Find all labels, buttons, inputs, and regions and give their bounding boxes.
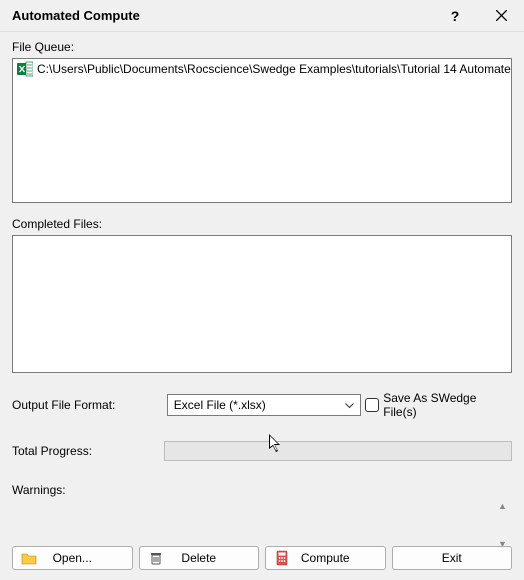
compute-label: Compute [301,551,350,565]
titlebar: Automated Compute ? [0,0,524,32]
delete-button[interactable]: Delete [139,546,260,570]
delete-label: Delete [181,551,216,565]
chevron-down-icon [345,398,354,412]
output-format-label: Output File Format: [12,398,163,412]
scroll-indicator[interactable]: ▲ ▼ [498,501,510,549]
file-queue-list[interactable]: C:\Users\Public\Documents\Rocscience\Swe… [12,58,512,203]
folder-icon [21,550,37,566]
window-title: Automated Compute [12,8,432,23]
trash-icon [148,550,164,566]
progress-bar [164,441,512,461]
compute-button[interactable]: Compute [265,546,386,570]
output-format-select[interactable]: Excel File (*.xlsx) [167,394,362,416]
completed-files-label: Completed Files: [12,217,512,231]
close-icon [496,10,507,21]
exit-button[interactable]: Exit [392,546,513,570]
checkbox-icon [365,398,379,412]
excel-icon [17,61,33,77]
total-progress-label: Total Progress: [12,444,164,458]
save-as-swedge-checkbox[interactable]: Save As SWedge File(s) [365,391,512,419]
completed-files-list[interactable] [12,235,512,373]
calculator-icon [274,550,290,566]
close-button[interactable] [478,0,524,32]
file-path: C:\Users\Public\Documents\Rocscience\Swe… [37,62,512,76]
file-queue-label: File Queue: [12,40,512,54]
list-item[interactable]: C:\Users\Public\Documents\Rocscience\Swe… [13,59,511,79]
open-label: Open... [53,551,92,565]
scroll-up-icon: ▲ [498,501,510,511]
save-as-swedge-label: Save As SWedge File(s) [383,391,512,419]
warnings-box: ▲ ▼ [12,501,512,549]
open-button[interactable]: Open... [12,546,133,570]
output-format-value: Excel File (*.xlsx) [174,398,266,412]
warnings-label: Warnings: [12,483,512,497]
exit-label: Exit [442,551,462,565]
help-button[interactable]: ? [432,0,478,32]
